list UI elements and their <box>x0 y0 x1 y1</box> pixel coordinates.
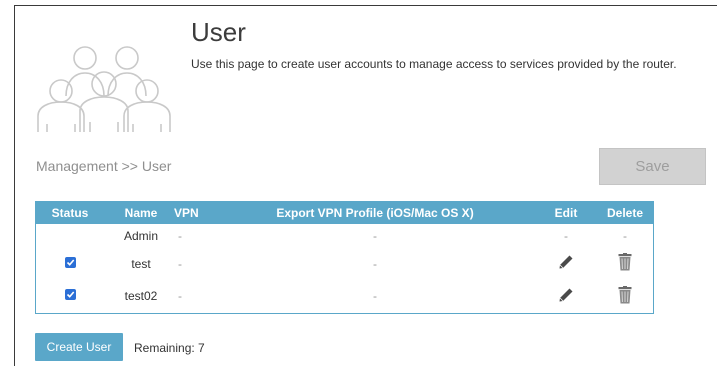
create-user-button[interactable]: Create User <box>35 333 123 361</box>
header-delete: Delete <box>606 206 644 220</box>
pencil-icon <box>559 255 573 269</box>
edit-placeholder: - <box>564 229 568 243</box>
table-row: test - - <box>36 248 653 279</box>
vpn-value: - <box>178 229 182 243</box>
page-title: User <box>191 17 246 47</box>
user-name: test <box>131 257 151 271</box>
remaining-count: Remaining: 7 <box>134 341 205 355</box>
user-name: test02 <box>124 289 158 303</box>
table-row: Admin - - - - <box>36 224 653 248</box>
edit-button[interactable] <box>536 287 596 306</box>
header-vpn: VPN <box>174 206 199 220</box>
header-status: Status <box>51 206 89 220</box>
vpn-value: - <box>178 289 182 303</box>
header-name: Name <box>124 206 158 220</box>
export-profile-value: - <box>373 289 377 303</box>
delete-placeholder: - <box>623 229 627 243</box>
edit-button[interactable] <box>536 254 596 273</box>
breadcrumb: Management >> User <box>36 158 172 174</box>
user-table: Status Name VPN Export VPN Profile (iOS/… <box>35 201 654 314</box>
users-group-icon <box>28 44 178 132</box>
export-profile-value: - <box>373 229 377 243</box>
export-profile-value: - <box>373 257 377 271</box>
user-name: Admin <box>123 229 158 243</box>
header-export-vpn-profile: Export VPN Profile (iOS/Mac OS X) <box>276 206 474 220</box>
save-button[interactable]: Save <box>599 148 706 185</box>
pencil-icon <box>559 288 573 302</box>
trash-icon <box>618 286 632 304</box>
trash-icon <box>618 253 632 271</box>
status-checkbox[interactable] <box>64 289 76 300</box>
status-cell <box>36 255 104 269</box>
delete-button[interactable] <box>596 286 654 307</box>
header-edit: Edit <box>554 206 578 220</box>
page-description: Use this page to create user accounts to… <box>191 57 677 71</box>
status-checkbox[interactable] <box>64 257 76 268</box>
delete-button[interactable] <box>596 253 654 274</box>
table-row: test02 - - <box>36 279 653 313</box>
vpn-value: - <box>178 257 182 271</box>
status-cell <box>36 287 104 301</box>
table-header: Status Name VPN Export VPN Profile (iOS/… <box>36 202 653 224</box>
